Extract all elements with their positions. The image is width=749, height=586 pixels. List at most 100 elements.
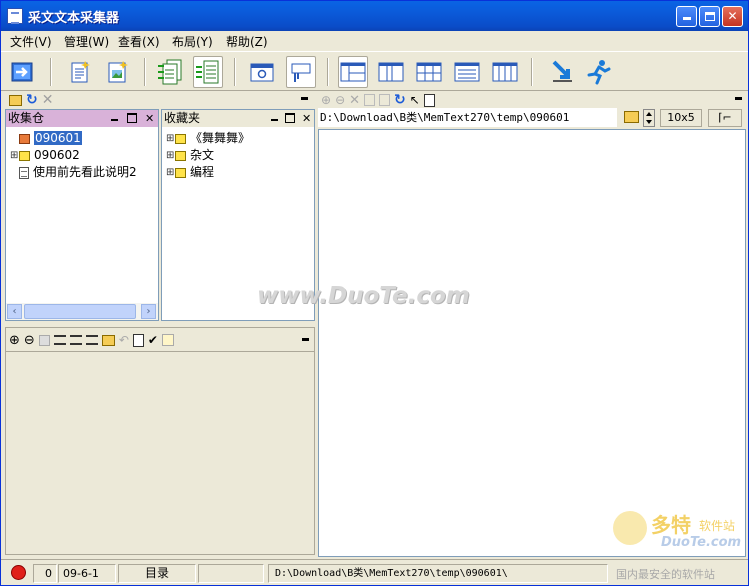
minimize-button[interactable] xyxy=(676,6,697,27)
panel-minimize-icon[interactable] xyxy=(271,119,278,121)
align-center-icon[interactable] xyxy=(53,335,66,345)
right-minimize-icon[interactable] xyxy=(735,97,742,100)
run-button[interactable] xyxy=(583,56,613,88)
folder-icon xyxy=(175,167,186,178)
toolbar-separator xyxy=(50,58,52,86)
window-capture-button[interactable] xyxy=(247,56,277,88)
zoom-in-icon[interactable]: ⊕ xyxy=(321,93,331,107)
open-folder-icon[interactable] xyxy=(9,94,22,106)
text-editor[interactable] xyxy=(318,129,746,557)
layout-5-icon xyxy=(492,62,518,82)
left-bottom-area: ⊕ ⊖ ↶ ✔ xyxy=(5,327,315,555)
tree-item-090602[interactable]: ⊞ 090602 xyxy=(10,147,80,163)
horizontal-scrollbar[interactable]: ‹ › xyxy=(6,303,158,320)
zoom-out-icon[interactable]: ⊖ xyxy=(335,93,345,107)
app-window: 采文文本采集器 ✕ 文件(V) 管理(W) 查看(X) 布局(Y) 帮助(Z) xyxy=(0,0,749,586)
refresh-icon[interactable]: ↻ xyxy=(26,93,38,107)
undo-icon[interactable]: ↶ xyxy=(119,333,129,347)
expand-icon[interactable]: ⊞ xyxy=(10,148,19,164)
menu-manage[interactable]: 管理(W) xyxy=(64,33,109,50)
left-top-minimize-icon[interactable] xyxy=(301,97,308,100)
layout-3-icon xyxy=(416,62,442,82)
panel-minimize-icon[interactable] xyxy=(111,119,118,121)
panel-close-icon[interactable]: ✕ xyxy=(145,110,154,127)
expand-icon[interactable]: ⊞ xyxy=(166,131,175,147)
paste-icon[interactable] xyxy=(379,94,391,106)
cut-icon[interactable]: ✕ xyxy=(349,93,360,108)
title-bar[interactable]: 采文文本采集器 ✕ xyxy=(1,1,748,31)
close-button[interactable]: ✕ xyxy=(722,6,743,27)
list-icon[interactable] xyxy=(85,335,98,345)
menu-file[interactable]: 文件(V) xyxy=(10,33,52,50)
scroll-thumb[interactable] xyxy=(24,304,136,319)
layout-3-button[interactable] xyxy=(414,56,444,88)
collect-all-button[interactable] xyxy=(156,56,186,88)
save-icon[interactable] xyxy=(38,334,50,346)
align-justify-icon[interactable] xyxy=(69,335,82,345)
download-button[interactable] xyxy=(547,56,577,88)
new-doc-button[interactable] xyxy=(65,56,95,88)
browse-folder-icon[interactable] xyxy=(624,111,639,123)
collect-all-icon xyxy=(158,59,182,85)
zoom-in-icon[interactable]: ⊕ xyxy=(9,333,20,348)
collection-panel: 收集仓 ✕ 090601 ⊞ 090602 使用前先看此说明2 ‹ › xyxy=(5,109,159,321)
status-mode: 目录 xyxy=(118,564,196,583)
grid-size-field[interactable]: 10x5 xyxy=(660,109,702,127)
tree-item-zawen[interactable]: ⊞ 杂文 xyxy=(166,147,214,163)
left-bottom-minimize-icon[interactable] xyxy=(302,338,309,341)
preview-toolbar: ⊕ ⊖ ↶ ✔ xyxy=(9,330,178,350)
status-empty xyxy=(198,564,264,583)
menu-view[interactable]: 查看(X) xyxy=(118,33,160,50)
spin-down-icon[interactable] xyxy=(646,120,652,124)
expand-icon[interactable]: ⊞ xyxy=(166,148,175,164)
drag-capture-button[interactable] xyxy=(286,56,316,88)
path-row: D:\Download\B类\MemText270\temp\090601 10… xyxy=(318,108,746,128)
layout-4-button[interactable] xyxy=(452,56,482,88)
panel-close-icon[interactable]: ✕ xyxy=(302,110,311,127)
tree-item-biancheng[interactable]: ⊞ 编程 xyxy=(166,164,214,180)
panel-maximize-icon[interactable] xyxy=(285,113,295,123)
tree-item-readme[interactable]: 使用前先看此说明2 xyxy=(10,164,137,180)
collect-button[interactable] xyxy=(193,56,223,88)
tree-item-wuwuwu[interactable]: ⊞ 《舞舞舞》 xyxy=(166,130,250,146)
collection-tree: 090601 ⊞ 090602 使用前先看此说明2 xyxy=(10,130,156,300)
exit-button[interactable] xyxy=(8,56,38,88)
panel-maximize-icon[interactable] xyxy=(127,113,137,123)
find-icon[interactable] xyxy=(132,333,144,347)
toolbar-separator xyxy=(327,58,329,86)
scroll-left-icon[interactable]: ‹ xyxy=(7,304,22,319)
layout-5-button[interactable] xyxy=(490,56,520,88)
folder-icon xyxy=(175,150,186,161)
open-folder-icon[interactable] xyxy=(101,334,115,346)
main-toolbar xyxy=(1,51,748,91)
path-field[interactable]: D:\Download\B类\MemText270\temp\090601 xyxy=(318,108,617,127)
maximize-button[interactable] xyxy=(699,6,720,27)
layout-2-button[interactable] xyxy=(376,56,406,88)
spin-button[interactable] xyxy=(643,109,655,127)
status-bar: 0 09-6-1 目录 D:\Download\B类\MemText270\te… xyxy=(1,559,748,585)
menu-help[interactable]: 帮助(Z) xyxy=(226,33,268,50)
mascot-icon xyxy=(613,511,647,545)
text-tool-icon[interactable]: ⌈⌐ xyxy=(708,109,742,127)
spin-up-icon[interactable] xyxy=(646,112,652,116)
watermark-text: www.DuoTe.com xyxy=(257,283,470,309)
favorites-panel-header: 收藏夹 ✕ xyxy=(162,110,314,127)
copy-icon[interactable] xyxy=(364,94,376,106)
new-doc-image-button[interactable] xyxy=(103,56,133,88)
zoom-out-icon[interactable]: ⊖ xyxy=(24,333,35,348)
app-icon xyxy=(7,8,23,24)
close-icon: ✕ xyxy=(727,9,738,23)
edit-icon[interactable] xyxy=(161,334,174,346)
download-icon xyxy=(552,60,572,82)
layout-1-button[interactable] xyxy=(338,56,368,88)
check-icon[interactable]: ✔ xyxy=(148,333,158,347)
scroll-right-icon[interactable]: › xyxy=(141,304,156,319)
tree-item-090601[interactable]: 090601 xyxy=(10,130,82,146)
menu-layout[interactable]: 布局(Y) xyxy=(172,33,213,50)
expand-icon[interactable]: ⊞ xyxy=(166,165,175,181)
layout-4-icon xyxy=(454,62,480,82)
refresh-icon[interactable]: ↻ xyxy=(394,92,406,108)
select-cursor-icon[interactable]: ↖ xyxy=(410,93,420,107)
find-icon[interactable] xyxy=(423,93,435,107)
delete-icon[interactable]: ✕ xyxy=(42,93,54,107)
